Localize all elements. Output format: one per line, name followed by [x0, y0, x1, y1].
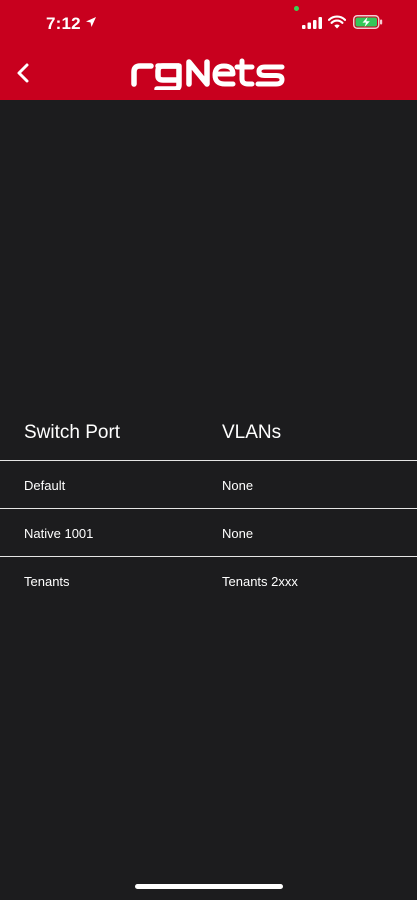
- battery-charging-icon: [353, 15, 383, 29]
- table-header: Switch Port VLANs: [0, 410, 417, 460]
- table-cell-vlans: Tenants 2xxx: [222, 574, 298, 589]
- table-row: Default None: [0, 460, 417, 509]
- signal-icon: [302, 17, 322, 29]
- column-header-switch-port: Switch Port: [24, 422, 121, 443]
- table-cell-switch-port: Default: [24, 478, 66, 493]
- app-header: 7:12: [0, 0, 417, 100]
- table-cell-switch-port: Tenants: [24, 574, 70, 589]
- table-cell-vlans: None: [222, 526, 254, 541]
- status-time: 7:12: [46, 14, 81, 33]
- home-indicator[interactable]: [135, 884, 283, 889]
- table-row: Tenants Tenants 2xxx: [0, 557, 417, 604]
- table-row: Native 1001 None: [0, 509, 417, 557]
- table-cell-vlans: None: [222, 478, 254, 493]
- vlan-table: Switch Port VLANs Default None Native 10…: [0, 410, 417, 604]
- location-arrow-icon: [86, 17, 96, 27]
- wifi-icon: [328, 15, 346, 29]
- back-button[interactable]: [12, 60, 36, 86]
- camera-indicator-dot: [294, 6, 299, 11]
- table-cell-switch-port: Native 1001: [24, 526, 94, 541]
- column-header-vlans: VLANs: [222, 422, 282, 443]
- rgnets-logo: [131, 58, 285, 90]
- back-chevron-icon: [17, 63, 29, 83]
